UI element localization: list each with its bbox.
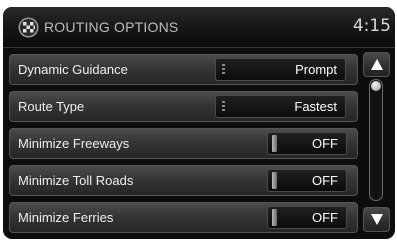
triangle-down-icon	[371, 214, 383, 225]
page-title: ROUTING OPTIONS	[44, 19, 179, 35]
minimize-ferries-toggle[interactable]: OFF	[267, 206, 347, 229]
row-route-type[interactable]: Route Type Fastest	[9, 91, 358, 122]
grip-icon	[222, 64, 225, 76]
scrollbar-thumb[interactable]	[371, 81, 381, 91]
checkered-flag-icon	[18, 17, 39, 38]
row-minimize-freeways[interactable]: Minimize Freeways OFF	[9, 128, 358, 159]
dynamic-guidance-value: Prompt	[295, 62, 337, 77]
row-label: Minimize Ferries	[18, 210, 114, 225]
row-label: Dynamic Guidance	[18, 62, 128, 77]
row-label: Route Type	[18, 99, 85, 114]
minimize-freeways-value: OFF	[312, 136, 338, 151]
minimize-freeways-toggle[interactable]: OFF	[267, 132, 347, 155]
toggle-knob	[272, 135, 277, 152]
triangle-up-icon	[371, 59, 383, 70]
clock: 4:15	[352, 16, 391, 36]
route-type-value: Fastest	[294, 99, 337, 114]
row-label: Minimize Toll Roads	[18, 173, 134, 188]
header-bar: ROUTING OPTIONS 4:15	[3, 7, 395, 48]
scroll-down-button[interactable]	[363, 207, 390, 232]
minimize-toll-roads-toggle[interactable]: OFF	[267, 169, 347, 192]
route-type-select[interactable]: Fastest	[215, 95, 346, 118]
row-minimize-toll-roads[interactable]: Minimize Toll Roads OFF	[9, 165, 358, 196]
row-label: Minimize Freeways	[18, 136, 130, 151]
grip-icon	[222, 101, 225, 113]
row-dynamic-guidance[interactable]: Dynamic Guidance Prompt	[9, 54, 358, 85]
screen: ROUTING OPTIONS 4:15 Dynamic Guidance Pr…	[3, 7, 395, 239]
toggle-knob	[272, 209, 277, 226]
scroll-up-button[interactable]	[363, 52, 390, 77]
row-minimize-ferries[interactable]: Minimize Ferries OFF	[9, 202, 358, 233]
toggle-knob	[272, 172, 277, 189]
minimize-ferries-value: OFF	[312, 210, 338, 225]
minimize-toll-roads-value: OFF	[312, 173, 338, 188]
dynamic-guidance-select[interactable]: Prompt	[215, 58, 346, 81]
scrollbar-track[interactable]	[369, 79, 383, 201]
